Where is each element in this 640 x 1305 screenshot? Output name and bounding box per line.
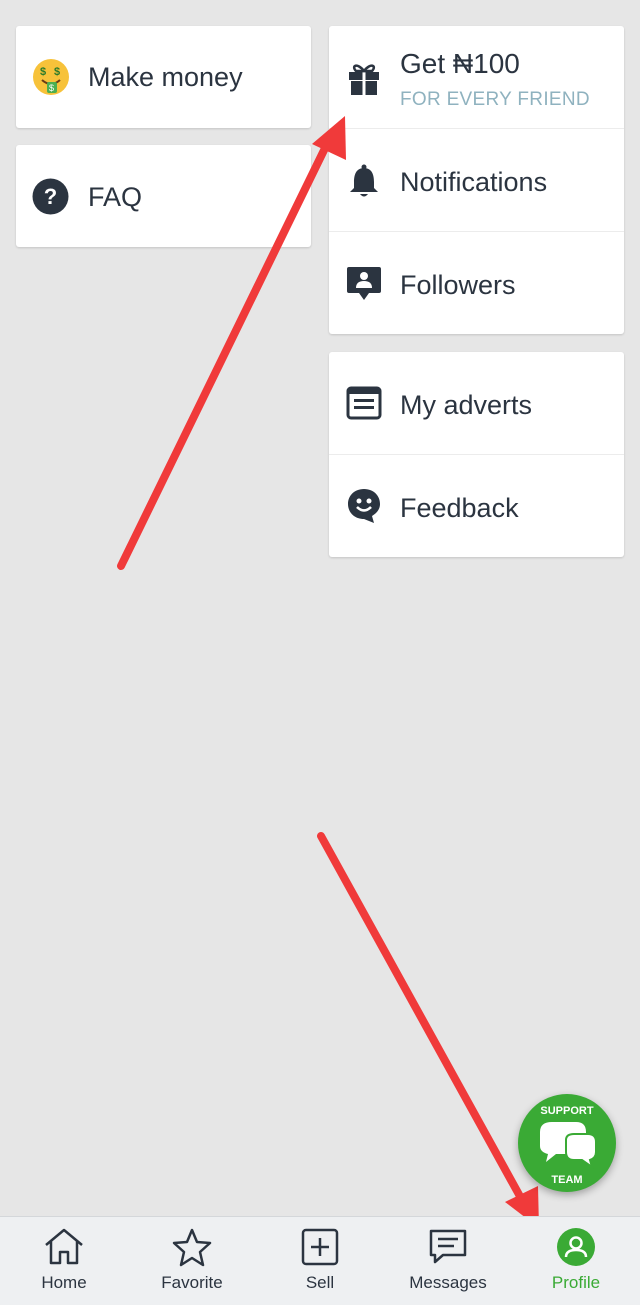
tab-home-label: Home [41, 1273, 87, 1292]
followers-item[interactable]: Followers [329, 231, 624, 334]
tab-profile-label: Profile [551, 1273, 601, 1292]
bell-icon [348, 163, 380, 199]
make-money-label: Make money [88, 62, 243, 92]
tab-messages[interactable]: Messages [384, 1217, 512, 1305]
star-icon [171, 1227, 213, 1272]
support-team-button[interactable]: SUPPORT TEAM [518, 1094, 616, 1192]
make-money-card[interactable]: $ $ $ Make money [16, 26, 311, 128]
bottom-tab-bar: Home Favorite Sell Messages Profile [0, 1216, 640, 1305]
promo-title: Get ₦100 [400, 48, 520, 79]
adverts-menu-card: My adverts Feedback [329, 352, 624, 557]
notifications-label: Notifications [400, 167, 548, 197]
question-circle-icon: ? [32, 178, 69, 215]
svg-text:$: $ [40, 66, 46, 78]
svg-text:$: $ [49, 83, 54, 93]
support-text: SUPPORT [540, 1105, 593, 1117]
chat-bubbles-icon: SUPPORT TEAM [540, 1105, 597, 1186]
tab-favorite[interactable]: Favorite [128, 1217, 256, 1305]
invite-friend-promo[interactable]: Get ₦100 FOR EVERY FRIEND [329, 26, 624, 128]
svg-text:?: ? [44, 184, 57, 209]
tab-profile[interactable]: Profile [512, 1217, 640, 1305]
tab-favorite-label: Favorite [161, 1273, 223, 1292]
message-icon [427, 1227, 469, 1272]
feedback-label: Feedback [400, 493, 519, 523]
plus-square-icon [300, 1227, 340, 1272]
tab-sell-label: Sell [305, 1273, 335, 1292]
my-adverts-item[interactable]: My adverts [329, 352, 624, 454]
notifications-item[interactable]: Notifications [329, 128, 624, 231]
my-adverts-label: My adverts [400, 390, 533, 420]
faq-card[interactable]: ? FAQ [16, 145, 311, 247]
money-mouth-face-icon: $ $ $ [32, 58, 70, 96]
person-speech-bubble-icon [346, 265, 382, 303]
tab-sell[interactable]: Sell [256, 1217, 384, 1305]
feedback-item[interactable]: Feedback [329, 454, 624, 557]
gift-icon [347, 60, 381, 96]
faq-label: FAQ [88, 182, 143, 212]
followers-label: Followers [400, 270, 516, 300]
home-icon [42, 1227, 86, 1272]
profile-icon [556, 1227, 596, 1272]
tab-home[interactable]: Home [0, 1217, 128, 1305]
team-text: TEAM [551, 1174, 582, 1186]
list-box-icon [346, 386, 382, 420]
tab-messages-label: Messages [409, 1273, 487, 1292]
promo-subtitle: FOR EVERY FRIEND [400, 89, 590, 110]
svg-text:$: $ [54, 66, 60, 78]
smiley-bubble-icon [346, 487, 382, 525]
account-menu-card: Get ₦100 FOR EVERY FRIEND Notifications … [329, 26, 624, 334]
